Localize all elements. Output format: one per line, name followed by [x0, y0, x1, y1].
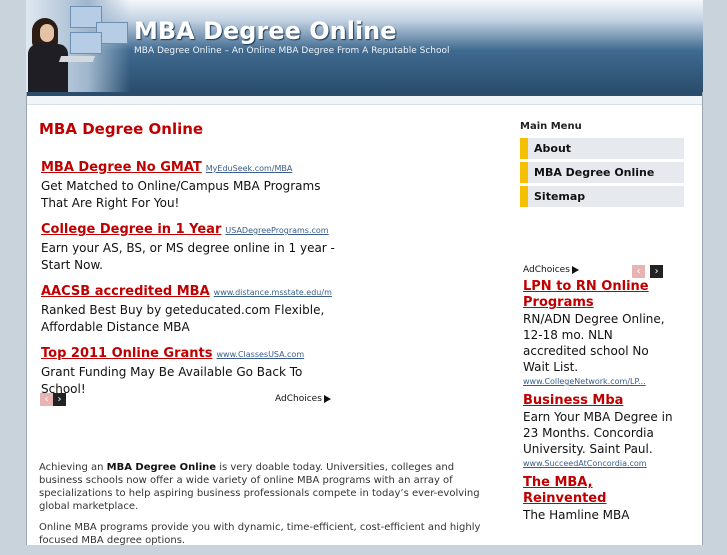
keyword-bold: MBA Degree Online — [106, 462, 217, 473]
ad-description: Get Matched to Online/Campus MBA Program… — [41, 179, 321, 210]
ad-url-link[interactable]: www.ClassesUSA.com — [217, 350, 305, 359]
sidebar-ad-item: LPN to RN Online Programs RN/ADN Degree … — [523, 279, 673, 389]
ad-item: Top 2011 Online Grants www.ClassesUSA.com… — [41, 343, 341, 398]
adchoices-link[interactable]: AdChoices — [275, 394, 331, 404]
ad-item: College Degree in 1 Year USADegreeProgram… — [41, 219, 341, 274]
next-ad-button[interactable]: › — [53, 393, 66, 406]
header-photo — [26, 0, 130, 92]
ad-title-link[interactable]: AACSB accredited MBA — [41, 284, 210, 299]
ad-title-link[interactable]: Top 2011 Online Grants — [41, 346, 213, 361]
person-face — [40, 24, 54, 42]
ad-description: Earn your AS, BS, or MS degree online in… — [41, 241, 335, 272]
ad-block: MBA Degree No GMAT MyEduSeek.com/MBA Get … — [41, 157, 341, 405]
ad-description: RN/ADN Degree Online, 12-18 mo. NLN accr… — [523, 312, 665, 374]
monitor-image — [70, 32, 102, 54]
laptop-image — [58, 56, 96, 62]
ad-item: AACSB accredited MBA www.distance.msstate… — [41, 281, 341, 336]
menu-item-mba-degree-online[interactable]: MBA Degree Online — [520, 162, 684, 183]
ad-url-link[interactable]: MyEduSeek.com/MBA — [206, 164, 293, 173]
ad-description: The Hamline MBA — [523, 508, 630, 522]
site-header: MBA Degree Online MBA Degree Online – An… — [26, 0, 703, 93]
prev-ad-button[interactable]: ‹ — [40, 393, 53, 406]
person-body — [28, 44, 68, 92]
article-body: Achieving an MBA Degree Online is very d… — [39, 461, 499, 555]
ad-title-link[interactable]: The MBA, Reinvented — [523, 475, 673, 507]
page-title: MBA Degree Online — [39, 120, 204, 138]
ad-url-link[interactable]: USADegreePrograms.com — [225, 226, 328, 235]
paragraph: Online MBA programs provide you with dyn… — [39, 522, 481, 546]
ad-header: MBA Degree No GMAT MyEduSeek.com/MBA — [41, 157, 341, 178]
ad-description: Grant Funding May Be Available Go Back T… — [41, 365, 303, 396]
adchoices-label: AdChoices — [275, 394, 322, 404]
sidebar-ad-item: The MBA, Reinvented The Hamline MBA — [523, 475, 673, 523]
ad-pagination: ‹ › — [40, 393, 66, 412]
ad-url-link[interactable]: www.CollegeNetwork.com/LP... — [523, 375, 673, 389]
ad-description: Earn Your MBA Degree in 23 Months. Conco… — [523, 410, 673, 456]
ad-url-link[interactable]: www.distance.msstate.edu/m — [214, 288, 332, 297]
menu-item-sitemap[interactable]: Sitemap — [520, 186, 684, 207]
sidebar-ad-block: AdChoices ‹ › LPN to RN Online Programs … — [523, 265, 673, 523]
menu-item-about[interactable]: About — [520, 138, 684, 159]
ad-header: AACSB accredited MBA www.distance.msstate… — [41, 281, 341, 302]
sidebar-ad-item: Business Mba Earn Your MBA Degree in 23 … — [523, 393, 673, 471]
sidebar-ad-pagination: ‹ › — [632, 265, 664, 284]
ad-item: MBA Degree No GMAT MyEduSeek.com/MBA Get … — [41, 157, 341, 212]
menu-title: Main Menu — [520, 121, 582, 132]
sidebar: Main Menu About MBA Degree Online Sitema… — [520, 121, 684, 210]
main-content: MBA Degree Online MBA Degree No GMAT MyEd… — [39, 120, 489, 546]
ad-title-link[interactable]: Business Mba — [523, 393, 673, 409]
site-tagline: MBA Degree Online – An Online MBA Degree… — [134, 46, 450, 56]
adchoices-icon — [571, 265, 579, 274]
site-title[interactable]: MBA Degree Online — [134, 17, 397, 45]
header-subbar — [27, 96, 702, 105]
prev-ad-button[interactable]: ‹ — [632, 265, 645, 278]
next-ad-button[interactable]: › — [650, 265, 664, 278]
ad-header: College Degree in 1 Year USADegreeProgram… — [41, 219, 341, 240]
adchoices-icon — [323, 394, 331, 403]
ad-header: Top 2011 Online Grants www.ClassesUSA.com — [41, 343, 341, 364]
ad-title-link[interactable]: College Degree in 1 Year — [41, 222, 221, 237]
ad-url-link[interactable]: www.SucceedAtConcordia.com — [523, 457, 673, 471]
paragraph-text: Achieving an — [39, 462, 107, 473]
paragraph: Achieving an MBA Degree Online is very d… — [39, 461, 499, 513]
ad-title-link[interactable]: MBA Degree No GMAT — [41, 160, 202, 175]
adchoices-label: AdChoices — [523, 265, 570, 275]
ad-description: Ranked Best Buy by geteducated.com Flexi… — [41, 303, 325, 334]
